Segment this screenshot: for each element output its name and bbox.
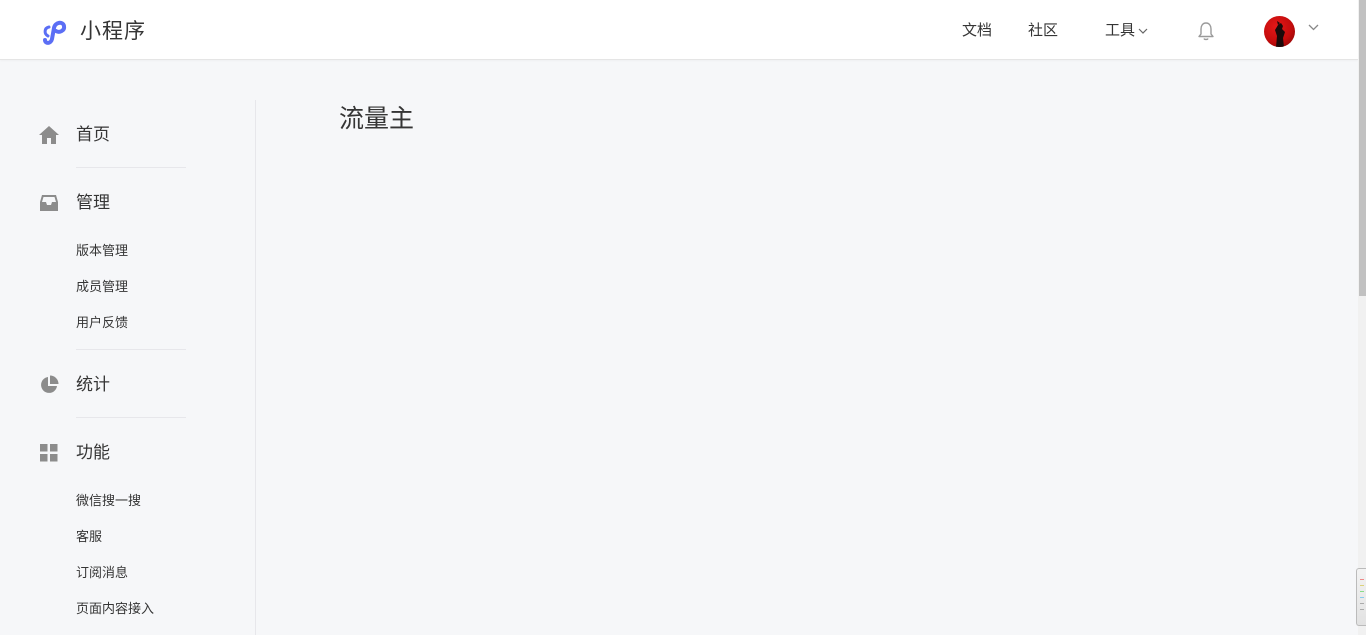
- home-icon: [38, 124, 60, 146]
- grid-icon: [38, 442, 60, 464]
- sidebar-item-statistics[interactable]: 统计: [38, 374, 186, 396]
- user-avatar[interactable]: [1264, 16, 1295, 47]
- nav-docs-link[interactable]: 文档: [962, 20, 992, 40]
- sidebar-item-features[interactable]: 功能: [38, 442, 186, 464]
- sidebar-item-label: 首页: [76, 125, 110, 145]
- pie-chart-icon: [38, 374, 60, 396]
- sidebar-subitem-subscription-messages[interactable]: 订阅消息: [76, 565, 128, 583]
- divider: [76, 349, 186, 350]
- sidebar-subitem-user-feedback[interactable]: 用户反馈: [76, 315, 128, 333]
- miniprogram-logo-icon: [43, 20, 67, 45]
- sidebar-item-label: 管理: [76, 193, 110, 213]
- avatar-image: [1275, 21, 1285, 47]
- sidebar-item-label: 统计: [76, 375, 110, 395]
- sidebar-subitem-page-content-access[interactable]: 页面内容接入: [76, 601, 154, 619]
- floating-side-widget[interactable]: [1356, 568, 1366, 626]
- page-title: 流量主: [339, 104, 415, 133]
- sidebar-subitem-customer-service[interactable]: 客服: [76, 529, 102, 547]
- nav-community-link[interactable]: 社区: [1028, 20, 1058, 40]
- nav-tools-label: 工具: [1105, 21, 1136, 39]
- sidebar-item-manage[interactable]: 管理: [38, 192, 186, 214]
- brand-name: 小程序: [80, 19, 146, 43]
- sidebar-nav: [0, 100, 256, 635]
- divider: [76, 167, 186, 168]
- sidebar-item-home[interactable]: 首页: [38, 124, 186, 146]
- sidebar-subitem-wechat-search[interactable]: 微信搜一搜: [76, 493, 141, 511]
- chevron-down-icon: [1138, 28, 1148, 34]
- divider: [76, 417, 186, 418]
- sidebar-subitem-version-management[interactable]: 版本管理: [76, 243, 128, 261]
- account-chevron-down-icon[interactable]: [1308, 24, 1319, 31]
- sidebar-subitem-member-management[interactable]: 成员管理: [76, 279, 128, 297]
- brand-logo[interactable]: 小程序: [39, 14, 146, 46]
- inbox-icon: [38, 192, 60, 214]
- page-scrollbar-thumb[interactable]: [1359, 0, 1366, 296]
- nav-tools-dropdown[interactable]: 工具: [1105, 20, 1148, 40]
- sidebar-item-label: 功能: [76, 443, 110, 463]
- top-header: 小程序 文档 社区 工具: [0, 0, 1358, 60]
- bell-icon[interactable]: [1197, 21, 1215, 41]
